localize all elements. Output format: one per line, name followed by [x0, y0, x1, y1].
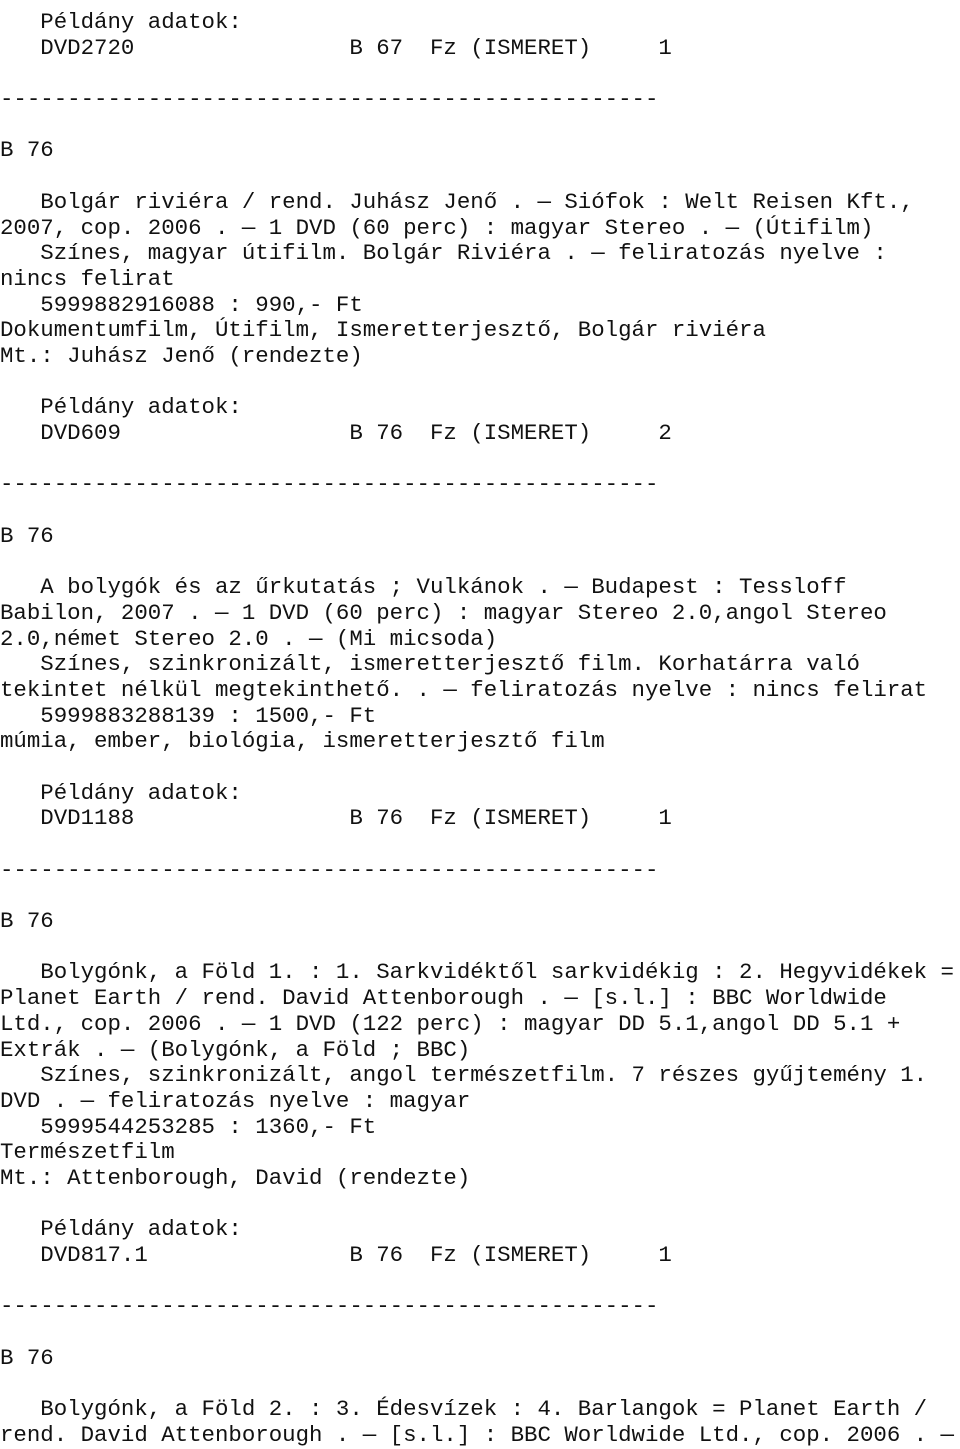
description-line: Természetfilm [0, 1139, 175, 1166]
description-line: A bolygók és az űrkutatás ; Vulkánok . —… [0, 574, 847, 601]
shelfmark: B 76 [0, 137, 54, 164]
description-line: Színes, szinkronizált, angol természetfi… [0, 1062, 928, 1089]
description-line: Bolygónk, a Föld 1. : 1. Sarkvidéktől sa… [0, 959, 954, 986]
record-separator: ----------------------------------------… [0, 1293, 659, 1320]
description-line: Mt.: Juhász Jenő (rendezte) [0, 342, 363, 369]
description-line: Planet Earth / rend. David Attenborough … [0, 985, 887, 1012]
copy-data-header: Példány adatok: [0, 1216, 242, 1243]
shelfmark: B 76 [0, 908, 54, 935]
record-separator: ----------------------------------------… [0, 856, 659, 883]
shelfmark: B 76 [0, 1344, 54, 1371]
description-line: Dokumentumfilm, Útifilm, Ismeretterjeszt… [0, 317, 766, 344]
record-description: A bolygók és az űrkutatás ; Vulkánok . —… [0, 574, 960, 755]
description-line: tekintet nélkül megtekinthető. . — felir… [0, 676, 928, 703]
catalog-listing: Példány adatok: DVD2720 B 67 Fz (ISMERET… [0, 0, 960, 1449]
record-separator: ----------------------------------------… [0, 471, 659, 498]
copy-data-block: Példány adatok: DVD609 B 76 Fz (ISMERET)… [0, 395, 960, 446]
copy-data-line: DVD1188 B 76 Fz (ISMERET) 1 [0, 805, 672, 832]
description-line: Babilon, 2007 . — 1 DVD (60 perc) : magy… [0, 599, 887, 626]
record-separator: ----------------------------------------… [0, 86, 659, 113]
copy-data-block: Példány adatok: DVD2720 B 67 Fz (ISMERET… [0, 9, 960, 61]
description-line: DVD . — feliratozás nyelve : magyar [0, 1087, 471, 1114]
record-description: Bolygónk, a Föld 1. : 1. Sarkvidéktől sa… [0, 960, 960, 1191]
description-line: 5999882916088 : 990,- Ft [0, 291, 363, 318]
copy-data-line: DVD2720 B 67 Fz (ISMERET) 1 [0, 34, 672, 61]
description-line: 5999883288139 : 1500,- Ft [0, 702, 377, 729]
description-line: Mt.: Attenborough, David (rendezte) [0, 1164, 471, 1191]
description-line: 5999544253285 : 1360,- Ft [0, 1113, 377, 1140]
description-line: Ltd., cop. 2006 . — 1 DVD (122 perc) : m… [0, 1010, 901, 1037]
description-line: Színes, szinkronizált, ismeretterjesztő … [0, 651, 860, 678]
copy-data-header: Példány adatok: [0, 394, 242, 421]
description-line: Extrák . — (Bolygónk, a Föld ; BBC) [0, 1036, 471, 1063]
description-line: Bolgár riviéra / rend. Juhász Jenő . — S… [0, 188, 914, 215]
shelfmark: B 76 [0, 522, 54, 549]
description-line: 2007, cop. 2006 . — 1 DVD (60 perc) : ma… [0, 214, 874, 241]
description-line: Színes, magyar útifilm. Bolgár Riviéra .… [0, 240, 887, 267]
copy-data-header: Példány adatok: [0, 779, 242, 806]
record-description: Bolgár riviéra / rend. Juhász Jenő . — S… [0, 188, 960, 370]
description-line: 2.0,német Stereo 2.0 . — (Mi micsoda) [0, 625, 498, 652]
copy-data-header: Példány adatok: [0, 9, 242, 35]
copy-data-line: DVD817.1 B 76 Fz (ISMERET) 1 [0, 1242, 672, 1268]
copy-data-line: DVD609 B 76 Fz (ISMERET) 2 [0, 420, 672, 446]
description-line: Bolygónk, a Föld 2. : 3. Édesvízek : 4. … [0, 1396, 928, 1423]
copy-data-block: Példány adatok: DVD1188 B 76 Fz (ISMERET… [0, 779, 960, 832]
description-line: nincs felirat [0, 265, 175, 292]
description-line: múmia, ember, biológia, ismeretterjesztő… [0, 728, 605, 755]
record-description: Bolygónk, a Föld 2. : 3. Édesvízek : 4. … [0, 1396, 960, 1448]
copy-data-block: Példány adatok: DVD817.1 B 76 Fz (ISMERE… [0, 1217, 960, 1268]
